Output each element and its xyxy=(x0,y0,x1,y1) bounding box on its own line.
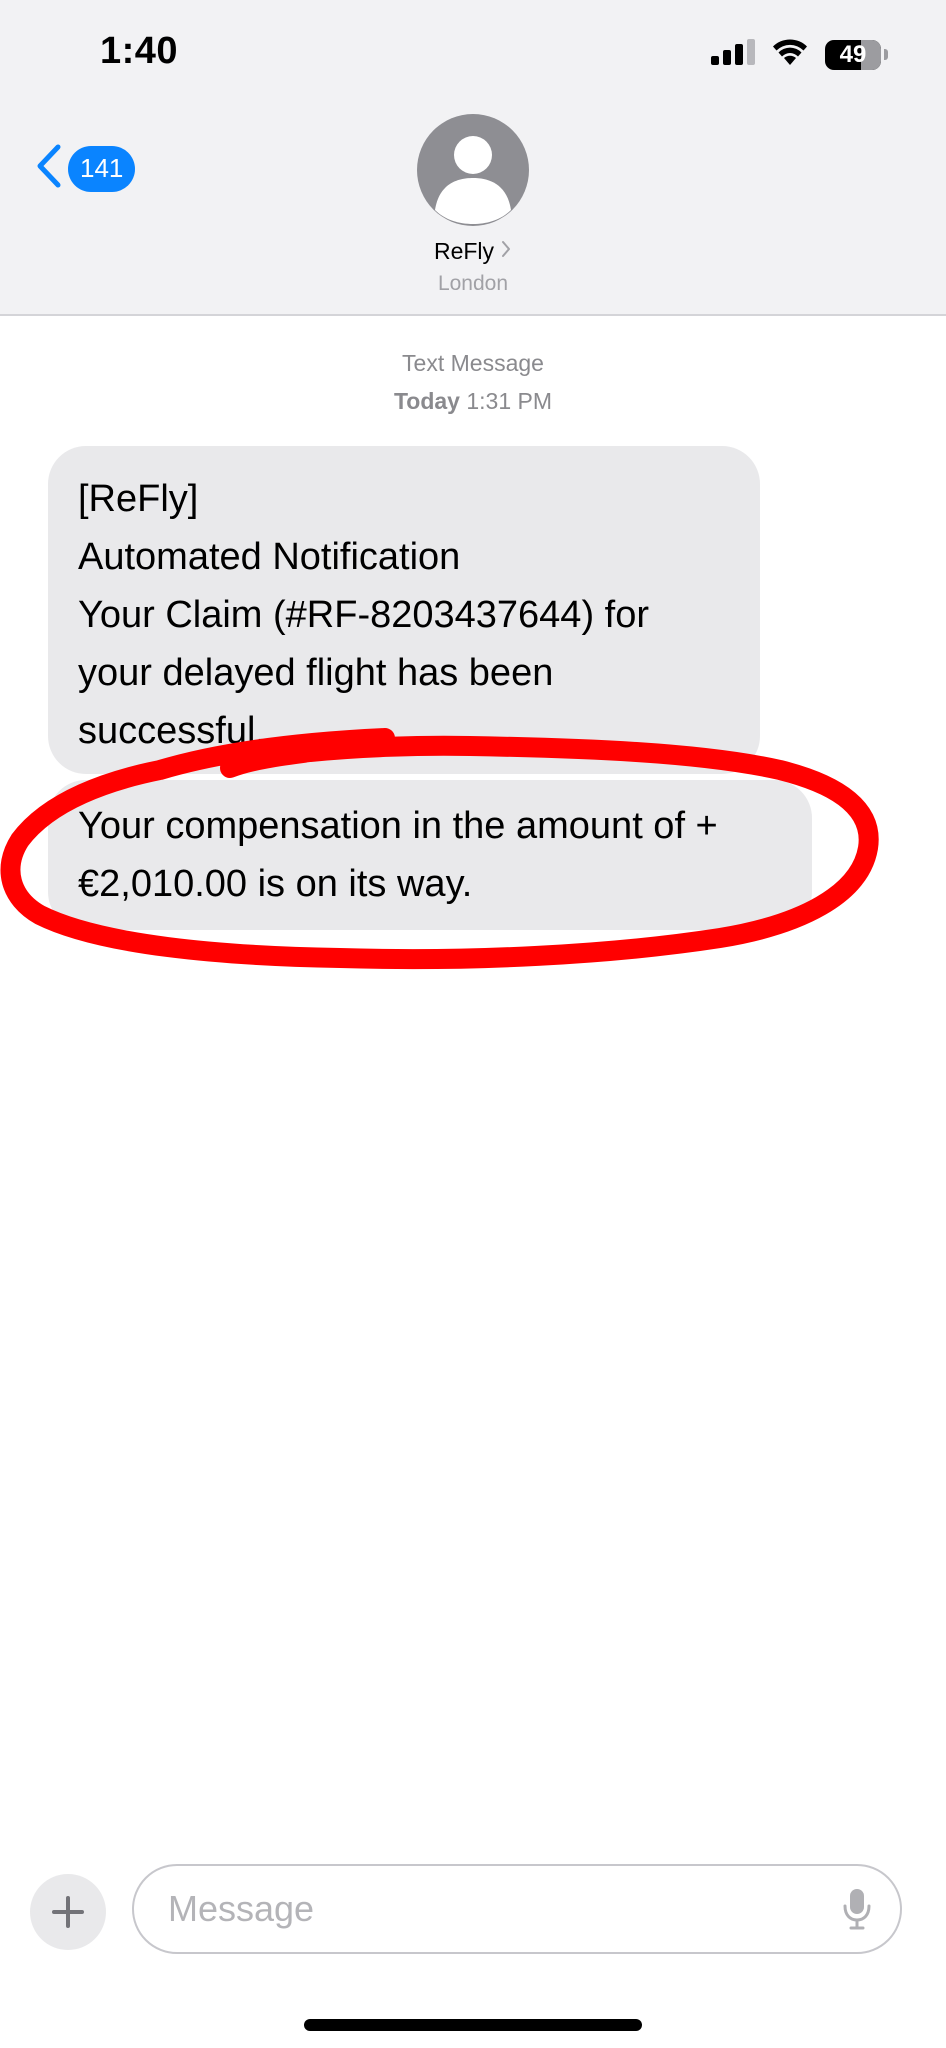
cellular-signal-icon xyxy=(711,39,755,70)
message-line: successful. xyxy=(78,710,266,752)
chevron-left-icon xyxy=(34,143,64,194)
chevron-right-icon xyxy=(500,239,512,264)
timestamp-time: 1:31 PM xyxy=(466,388,553,414)
contact-location: London xyxy=(437,272,509,295)
dictation-button[interactable] xyxy=(842,1888,872,1930)
message-line: Automated Notification xyxy=(78,536,461,578)
contact-name-button[interactable]: ReFly xyxy=(0,238,946,265)
messages-screen: 1:40 49 141 ReFly London Text Message To… xyxy=(0,0,946,2048)
message-line: Your Claim (#RF-8203437644) for xyxy=(78,594,650,636)
message-type-label: Text Message xyxy=(402,350,544,376)
conversation-header: 1:40 49 141 ReFly London xyxy=(0,0,946,316)
contact-name: ReFly xyxy=(433,238,495,264)
unread-count-badge: 141 xyxy=(68,145,136,192)
message-timestamp: Today 1:31 PM xyxy=(0,388,946,415)
message-bubble[interactable]: Your compensation in the amount of + €2,… xyxy=(48,780,812,930)
battery-icon: 49 xyxy=(825,39,881,70)
person-avatar-icon xyxy=(435,136,511,224)
home-indicator[interactable] xyxy=(304,2019,642,2031)
microphone-icon xyxy=(843,1889,871,1930)
add-attachment-button[interactable] xyxy=(30,1874,106,1950)
message-line: Your compensation in the amount of + xyxy=(78,805,718,847)
battery-tip xyxy=(884,49,888,60)
message-line: €2,010.00 is on its way. xyxy=(78,863,473,905)
wifi-icon xyxy=(771,38,809,71)
timestamp-day: Today xyxy=(393,388,460,414)
message-bubble[interactable]: [ReFly] Automated Notification Your Clai… xyxy=(48,446,760,774)
message-line: [ReFly] xyxy=(78,478,199,520)
contact-avatar[interactable] xyxy=(417,114,529,226)
status-icons: 49 xyxy=(711,38,888,71)
battery-level: 49 xyxy=(839,40,867,68)
message-input[interactable] xyxy=(168,1866,808,1952)
plus-icon xyxy=(52,1896,84,1928)
back-button[interactable]: 141 xyxy=(34,143,136,194)
message-field[interactable] xyxy=(132,1864,902,1954)
status-time: 1:40 xyxy=(100,30,179,72)
message-line: your delayed flight has been xyxy=(78,652,554,694)
